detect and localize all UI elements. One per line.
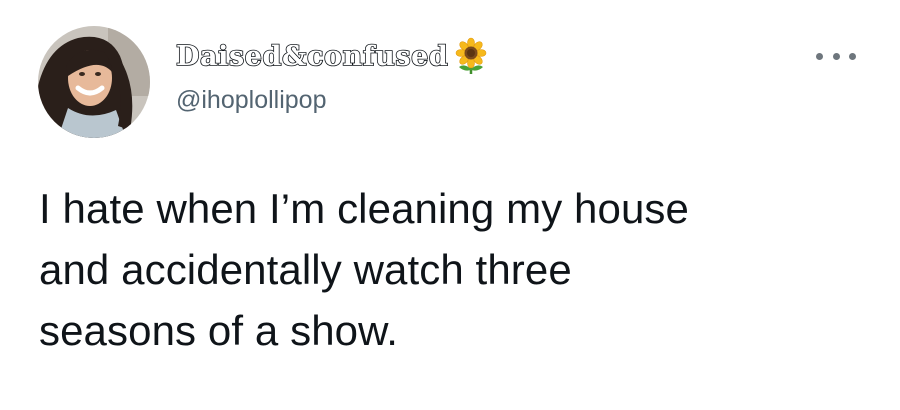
avatar[interactable]: [38, 26, 150, 138]
more-options-icon[interactable]: [816, 44, 856, 68]
avatar-image: [38, 26, 150, 138]
author-handle[interactable]: @ihoplollipop: [176, 86, 326, 115]
tweet-text: I hate when I’m cleaning my house and ac…: [39, 185, 689, 354]
sunflower-icon: [452, 37, 490, 75]
dot-icon: [816, 52, 823, 60]
dot-icon: [849, 52, 856, 60]
display-name[interactable]: Daised&confused: [175, 40, 448, 73]
tweet-card: Daised&confused @ihoplollipop I hate whe…: [0, 0, 900, 410]
author-name-row[interactable]: Daised&confused: [175, 36, 490, 76]
dot-icon: [832, 52, 840, 60]
